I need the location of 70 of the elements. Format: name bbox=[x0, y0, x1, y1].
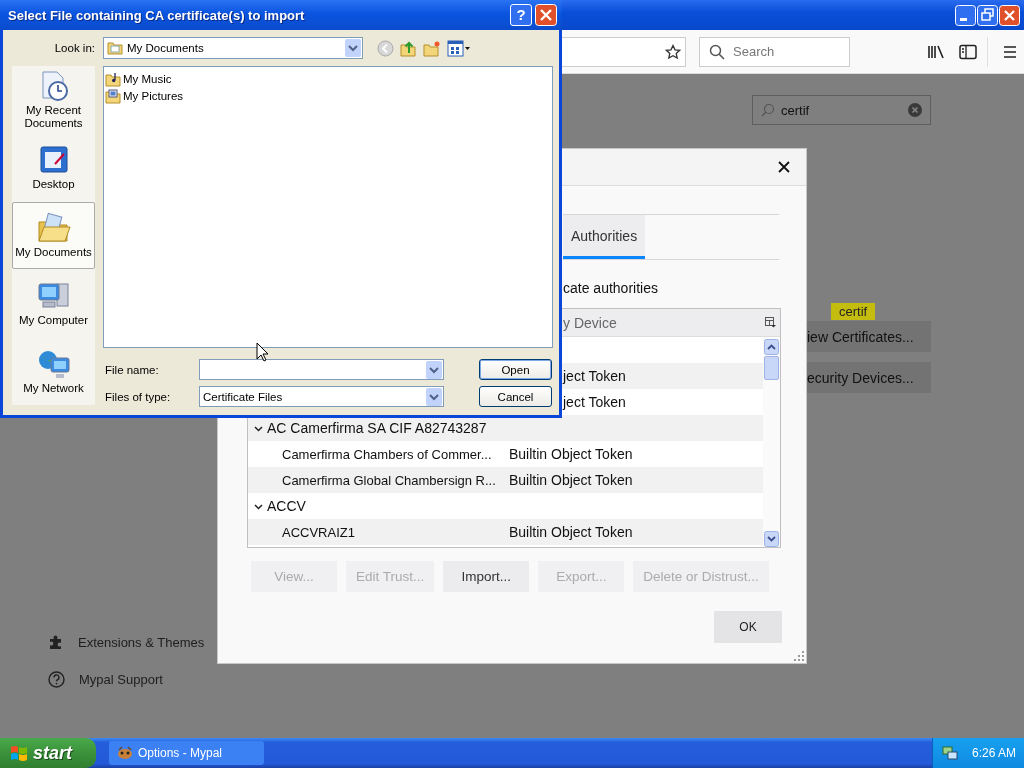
options-button[interactable]: ecurity Devices... bbox=[807, 362, 931, 393]
network-tray-icon[interactable] bbox=[942, 745, 958, 761]
search-icon bbox=[709, 43, 725, 60]
scroll-thumb[interactable] bbox=[764, 356, 779, 380]
options-search-field[interactable]: certif bbox=[752, 95, 931, 125]
table-cell: ject Token bbox=[563, 368, 626, 384]
folder-item[interactable]: My Pictures bbox=[105, 87, 184, 104]
table-cell: Builtin Object Token bbox=[509, 524, 633, 540]
table-cell: Builtin Object Token bbox=[509, 472, 633, 488]
scroll-up-icon[interactable] bbox=[764, 339, 779, 355]
up-folder-icon[interactable] bbox=[400, 39, 417, 57]
puzzle-icon bbox=[48, 634, 64, 650]
look-in-dropdown[interactable]: My Documents bbox=[103, 37, 363, 59]
place-item[interactable]: My Computer bbox=[12, 269, 95, 338]
file-type-dropdown[interactable]: Certificate Files bbox=[199, 386, 444, 407]
place-item[interactable]: My Network bbox=[12, 337, 95, 405]
resize-grip-icon[interactable] bbox=[794, 651, 804, 661]
table-cell[interactable]: Camerfirma Global Chambersign R... bbox=[282, 472, 509, 488]
table-cell: ject Token bbox=[563, 394, 626, 410]
tree-group-label[interactable]: ACCV bbox=[267, 498, 306, 514]
documents-folder-icon bbox=[107, 41, 123, 55]
clear-icon[interactable] bbox=[908, 103, 922, 117]
open-folder-icon bbox=[36, 212, 71, 244]
chevron-down-icon[interactable] bbox=[254, 501, 263, 511]
column-picker-icon[interactable] bbox=[765, 317, 776, 328]
description-text: cate authorities bbox=[563, 280, 659, 296]
search-field[interactable]: Search bbox=[699, 36, 850, 67]
open-button[interactable]: Open bbox=[479, 359, 552, 380]
windows-flag-icon bbox=[9, 743, 29, 763]
scroll-down-icon[interactable] bbox=[764, 531, 779, 547]
action-button[interactable]: Import... bbox=[443, 561, 530, 592]
table-cell: Builtin Object Token bbox=[509, 446, 633, 462]
music-folder-icon bbox=[105, 70, 121, 87]
cancel-button[interactable]: Cancel bbox=[479, 386, 552, 407]
help-icon bbox=[48, 671, 65, 688]
file-type-label: Files of type: bbox=[104, 390, 172, 403]
scrollbar[interactable] bbox=[763, 337, 780, 547]
place-item[interactable]: My Documents bbox=[12, 201, 95, 270]
close-icon[interactable] bbox=[778, 161, 790, 173]
taskbar-button[interactable]: Options - Mypal bbox=[109, 741, 264, 765]
search-icon bbox=[761, 103, 775, 117]
options-button[interactable]: iew Certificates... bbox=[807, 321, 931, 352]
place-item[interactable]: Desktop bbox=[12, 133, 95, 202]
search-highlight-tooltip: certif bbox=[831, 303, 876, 320]
pictures-folder-icon bbox=[105, 87, 121, 104]
folder-item[interactable]: My Music bbox=[105, 70, 172, 87]
minimize-icon[interactable] bbox=[955, 4, 976, 26]
sidebar-icon[interactable] bbox=[959, 43, 977, 60]
place-item[interactable]: My Recent Documents bbox=[12, 66, 95, 134]
clock: 6:26 AM bbox=[972, 746, 1017, 760]
file-name-field[interactable] bbox=[199, 359, 444, 380]
tab[interactable]: Authorities bbox=[563, 215, 646, 259]
table-cell[interactable]: Camerfirma Chambers of Commer... bbox=[282, 446, 509, 462]
new-folder-icon[interactable] bbox=[423, 39, 441, 57]
look-in-label: Look in: bbox=[53, 42, 95, 54]
app-icon bbox=[117, 745, 133, 761]
sidebar-link[interactable]: Mypal Support bbox=[79, 672, 163, 687]
menu-icon[interactable] bbox=[1002, 43, 1018, 60]
dialog-title: Select File containing CA certificate(s) to import bbox=[8, 7, 306, 23]
start-button[interactable]: start bbox=[0, 738, 96, 768]
sidebar-link[interactable]: Extensions & Themes bbox=[78, 634, 205, 650]
ok-button[interactable]: OK bbox=[714, 611, 782, 643]
library-icon[interactable] bbox=[927, 43, 945, 60]
views-icon[interactable] bbox=[447, 39, 471, 57]
restore-icon[interactable] bbox=[977, 4, 998, 26]
chevron-down-icon[interactable] bbox=[254, 423, 263, 433]
file-name-label: File name: bbox=[104, 363, 160, 376]
table-cell[interactable]: ACCVRAIZ1 bbox=[282, 524, 509, 540]
star-icon[interactable] bbox=[665, 43, 681, 60]
help-button[interactable]: ? bbox=[510, 4, 532, 26]
